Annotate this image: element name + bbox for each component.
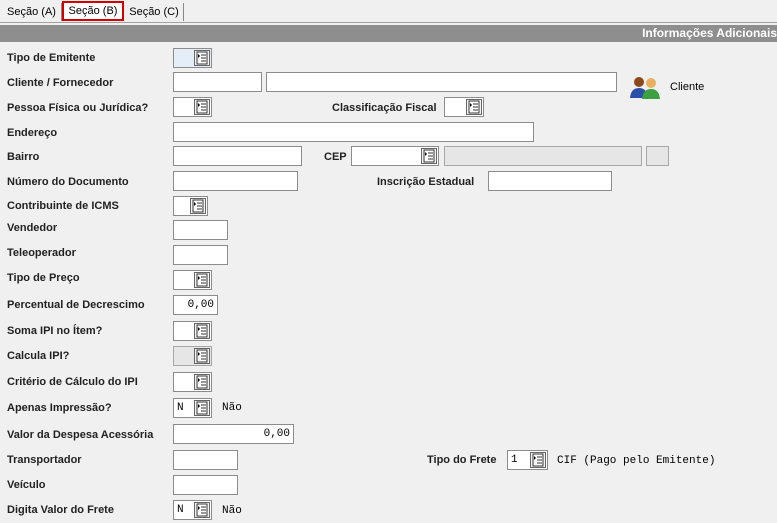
label-endereco: Endereço: [7, 127, 58, 139]
tipo-frete-value: 1: [511, 454, 518, 466]
list-lookup-icon[interactable]: [530, 452, 546, 468]
label-criterio-ipi: Critério de Cálculo do IPI: [7, 376, 138, 388]
cliente-button[interactable]: Cliente: [628, 74, 704, 100]
pessoa-field[interactable]: [173, 97, 212, 117]
list-lookup-icon[interactable]: [194, 50, 210, 66]
cep-city-field: [444, 146, 642, 166]
inscricao-estadual-field[interactable]: [488, 171, 612, 191]
classificacao-fiscal-field[interactable]: [444, 97, 484, 117]
label-contribuinte-icms: Contribuinte de ICMS: [7, 200, 119, 212]
label-pessoa: Pessoa Física ou Jurídica?: [7, 102, 149, 114]
criterio-ipi-field[interactable]: [173, 372, 212, 392]
cliente-code-field[interactable]: [173, 72, 262, 92]
teleoperador-field[interactable]: [173, 245, 228, 265]
veiculo-field[interactable]: [173, 475, 238, 495]
percentual-decrescimo-field[interactable]: 0,00: [173, 295, 218, 315]
list-lookup-icon[interactable]: [194, 272, 210, 288]
list-lookup-icon: [194, 348, 210, 364]
vendedor-field[interactable]: [173, 220, 228, 240]
label-digita-frete: Digita Valor do Frete: [7, 504, 114, 516]
contribuinte-icms-field[interactable]: [173, 196, 208, 216]
list-lookup-icon[interactable]: [466, 99, 482, 115]
label-calcula-ipi: Calcula IPI?: [7, 350, 70, 362]
tab-secao-a[interactable]: Seção (A): [2, 3, 62, 21]
section-header: Informações Adicionais: [0, 25, 777, 42]
label-cep: CEP: [324, 151, 347, 163]
tipo-frete-desc: CIF (Pago pelo Emitente): [557, 455, 716, 467]
list-lookup-icon[interactable]: [194, 323, 210, 339]
soma-ipi-field[interactable]: [173, 321, 212, 341]
tab-bar: Seção (A) Seção (B) Seção (C): [0, 0, 777, 23]
apenas-impressao-field[interactable]: N: [173, 398, 212, 418]
label-tipo-preco: Tipo de Preço: [7, 272, 80, 284]
label-tipo-emitente: Tipo de Emitente: [7, 52, 96, 64]
label-cliente-fornecedor: Cliente / Fornecedor: [7, 77, 114, 89]
label-teleoperador: Teleoperador: [7, 247, 76, 259]
tipo-frete-field[interactable]: 1: [507, 450, 548, 470]
cep-uf-field: [646, 146, 669, 166]
cliente-button-label: Cliente: [670, 81, 705, 93]
label-apenas-impressao: Apenas Impressão?: [7, 402, 112, 414]
digita-frete-value: N: [177, 504, 184, 516]
label-numero-documento: Número do Documento: [7, 176, 129, 188]
section-title: Informações Adicionais: [642, 26, 777, 40]
apenas-impressao-value: N: [177, 402, 184, 414]
list-lookup-icon[interactable]: [194, 502, 210, 518]
label-classificacao-fiscal: Classificação Fiscal: [332, 102, 437, 114]
endereco-field[interactable]: [173, 122, 534, 142]
list-lookup-icon[interactable]: [190, 198, 206, 214]
list-lookup-icon[interactable]: [194, 400, 210, 416]
transportador-field[interactable]: [173, 450, 238, 470]
label-percentual-decrescimo: Percentual de Decrescimo: [7, 299, 145, 311]
digita-frete-field[interactable]: N: [173, 500, 212, 520]
users-icon: [630, 77, 660, 99]
label-veiculo: Veículo: [7, 479, 46, 491]
label-vendedor: Vendedor: [7, 222, 58, 234]
label-soma-ipi: Soma IPI no Ítem?: [7, 325, 103, 337]
label-inscricao-estadual: Inscrição Estadual: [377, 176, 475, 188]
calcula-ipi-field: [173, 346, 212, 366]
apenas-impressao-desc: Não: [222, 402, 242, 414]
cliente-name-field[interactable]: [266, 72, 617, 92]
label-tipo-frete: Tipo do Frete: [427, 454, 497, 466]
numero-documento-field[interactable]: [173, 171, 298, 191]
tab-secao-b[interactable]: Seção (B): [62, 1, 124, 21]
list-lookup-icon[interactable]: [194, 99, 210, 115]
digita-frete-desc: Não: [222, 505, 242, 517]
label-valor-despesa: Valor da Despesa Acessória: [7, 429, 154, 441]
tipo-preco-field[interactable]: [173, 270, 212, 290]
label-bairro: Bairro: [7, 151, 40, 163]
valor-despesa-field[interactable]: 0,00: [173, 424, 294, 444]
bairro-field[interactable]: [173, 146, 302, 166]
tab-secao-c[interactable]: Seção (C): [125, 3, 184, 21]
list-lookup-icon[interactable]: [421, 148, 437, 164]
label-transportador: Transportador: [7, 454, 82, 466]
list-lookup-icon[interactable]: [194, 374, 210, 390]
cep-field[interactable]: [351, 146, 439, 166]
tipo-emitente-field[interactable]: [173, 48, 212, 68]
